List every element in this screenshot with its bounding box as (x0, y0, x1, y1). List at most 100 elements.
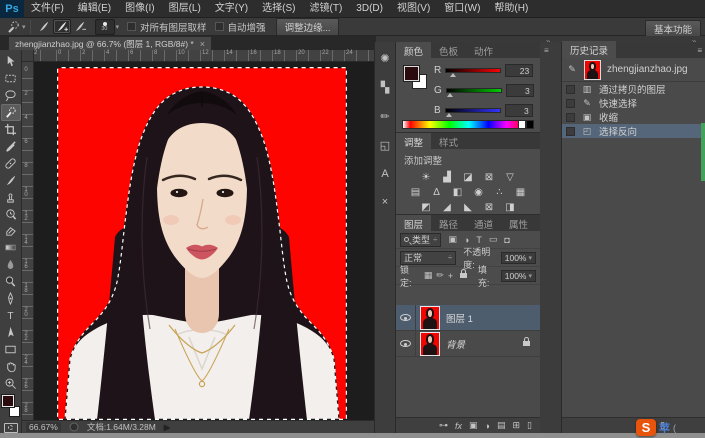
brush-size-picker[interactable]: 30 (94, 18, 115, 35)
menu-3d[interactable]: 3D(D) (349, 0, 390, 18)
filter-shape-layers-icon[interactable]: ▭ (489, 234, 498, 245)
blue-slider[interactable] (444, 108, 501, 117)
chevron-down-icon[interactable]: ▾ (529, 272, 533, 280)
history-snapshot-row[interactable]: ✎ zhengjianzhao.jpg (562, 58, 705, 82)
history-state-row[interactable]: ▣ 收缩 (562, 110, 705, 124)
tab-layers[interactable]: 图层 (396, 215, 432, 231)
layer-name[interactable]: 背景 (446, 337, 465, 351)
gradient-tool[interactable] (1, 239, 21, 256)
chevron-down-icon[interactable]: ▾ (116, 23, 120, 31)
browser-scrollbar-thumb[interactable] (701, 123, 705, 181)
levels-icon[interactable]: ▟ (440, 171, 454, 184)
history-source-well[interactable] (566, 84, 575, 94)
channel-mixer-icon[interactable]: ∴ (493, 186, 507, 199)
filter-smart-objects-icon[interactable]: ◘ (504, 235, 509, 245)
black-swatch[interactable] (526, 120, 534, 129)
layer-row-layer1[interactable]: 图层 1 (396, 305, 540, 331)
curves-icon[interactable]: ◪ (461, 171, 475, 184)
red-slider-thumb[interactable] (450, 73, 457, 77)
move-tool[interactable] (1, 53, 21, 70)
type-tool[interactable]: T (1, 307, 21, 324)
hue-saturation-icon[interactable]: ▤ (409, 186, 423, 199)
eye-icon[interactable] (400, 340, 411, 347)
history-state-label[interactable]: 选择反向 (599, 124, 637, 138)
eraser-tool[interactable] (1, 223, 21, 240)
menu-layer[interactable]: 图层(L) (162, 0, 208, 18)
red-slider[interactable] (445, 68, 502, 77)
foreground-color-swatch[interactable] (0, 394, 15, 409)
tab-swatches[interactable]: 色板 (431, 42, 466, 58)
history-state-label[interactable]: 通过拷贝的图层 (599, 82, 666, 96)
eye-icon[interactable] (400, 314, 411, 321)
ps-logo[interactable]: Ps (0, 0, 24, 18)
green-value-field[interactable]: 3 (505, 84, 534, 97)
tab-paths[interactable]: 路径 (431, 215, 466, 231)
path-selection-tool[interactable] (1, 324, 21, 341)
layer-thumbnail[interactable] (420, 331, 440, 356)
brightness-contrast-icon[interactable]: ☀ (419, 171, 433, 184)
canvas-area[interactable]: 2 0 2 4 6 8 10 12 14 16 18 20 22 24 0 2 … (22, 50, 374, 433)
threshold-icon[interactable]: ◣ (461, 201, 475, 214)
history-brush-tool[interactable] (1, 206, 21, 223)
new-layer-icon[interactable]: ⊞ (513, 420, 521, 431)
posterize-icon[interactable]: ◢ (440, 201, 454, 214)
layer-name[interactable]: 图层 1 (446, 311, 473, 325)
filter-pixel-layers-icon[interactable]: ▣ (448, 234, 457, 245)
subtract-from-selection-brush-button[interactable] (71, 19, 89, 34)
opacity-field[interactable]: 100% ▾ (500, 251, 536, 264)
gradient-map-icon[interactable]: ◨ (503, 201, 517, 214)
brush-presets-dock-icon[interactable]: ✏ (380, 110, 389, 123)
brush-tool[interactable] (1, 172, 21, 189)
filter-type-layers-icon[interactable]: T (476, 235, 482, 245)
snapshot-name[interactable]: zhengjianzhao.jpg (607, 64, 688, 75)
white-swatch[interactable] (518, 120, 526, 129)
layer-style-fx-icon[interactable]: fx (455, 421, 462, 431)
menu-image[interactable]: 图像(I) (118, 0, 161, 18)
panel-menu-icon[interactable]: ≡ (544, 46, 549, 55)
status-options-arrow-icon[interactable]: ▶ (164, 423, 170, 432)
healing-brush-tool[interactable] (1, 155, 21, 172)
history-state-row-selected[interactable]: ◰ 选择反向 (562, 124, 705, 138)
history-state-row[interactable]: ✎ 快速选择 (562, 96, 705, 110)
add-to-selection-brush-button[interactable] (52, 19, 71, 34)
tab-color[interactable]: 颜色 (396, 42, 432, 58)
blue-value-field[interactable]: 3 (504, 104, 533, 117)
tool-preset-picker[interactable] (4, 19, 22, 34)
visibility-column[interactable] (396, 305, 416, 330)
menu-view[interactable]: 视图(V) (390, 0, 437, 18)
filter-adjustment-layers-icon[interactable]: ◑ (464, 235, 469, 245)
history-state-label[interactable]: 快速选择 (599, 96, 637, 110)
history-state-label[interactable]: 收缩 (599, 110, 618, 124)
tab-adjustments[interactable]: 调整 (396, 133, 432, 149)
tab-properties[interactable]: 属性 (501, 215, 536, 231)
fill-field[interactable]: 100% ▾ (500, 269, 537, 282)
zoom-tool[interactable] (1, 375, 21, 392)
exposure-icon[interactable]: ⊠ (482, 171, 496, 184)
red-value-field[interactable]: 23 (505, 64, 534, 77)
tab-channels[interactable]: 通道 (466, 215, 501, 231)
layer-filter-type-select[interactable]: 类型 ÷ (400, 232, 442, 247)
document-tab[interactable]: zhengjianzhao.jpg @ 66.7% (图层 1, RGB/8#)… (8, 36, 212, 50)
auto-enhance-checkbox[interactable] (214, 22, 224, 31)
menu-type[interactable]: 文字(Y) (208, 0, 255, 18)
lock-all-icon[interactable] (460, 269, 467, 278)
clone-source-dock-icon[interactable]: ◱ (380, 139, 390, 152)
menu-edit[interactable]: 编辑(E) (71, 0, 118, 18)
tab-actions[interactable]: 动作 (466, 42, 501, 58)
history-source-well[interactable] (566, 112, 575, 122)
marquee-tool[interactable] (1, 70, 21, 87)
refine-edge-button[interactable]: 调整边缘... (275, 17, 340, 36)
tool-presets-dock-icon[interactable]: × (382, 196, 388, 208)
quick-mask-button[interactable] (3, 423, 18, 433)
green-slider-thumb[interactable] (446, 93, 453, 97)
invert-icon[interactable]: ◩ (419, 201, 433, 214)
history-state-row[interactable]: ▥ 通过拷贝的图层 (562, 82, 705, 96)
black-white-icon[interactable]: ◧ (451, 186, 465, 199)
dodge-tool[interactable] (1, 273, 21, 290)
blue-slider-thumb[interactable] (445, 113, 452, 117)
selective-color-icon[interactable]: ⊠ (482, 201, 496, 214)
visibility-column[interactable] (396, 331, 416, 356)
foreground-color-well[interactable] (403, 65, 420, 82)
new-adjustment-layer-icon[interactable]: ◑ (485, 421, 490, 431)
pen-tool[interactable] (1, 290, 21, 307)
